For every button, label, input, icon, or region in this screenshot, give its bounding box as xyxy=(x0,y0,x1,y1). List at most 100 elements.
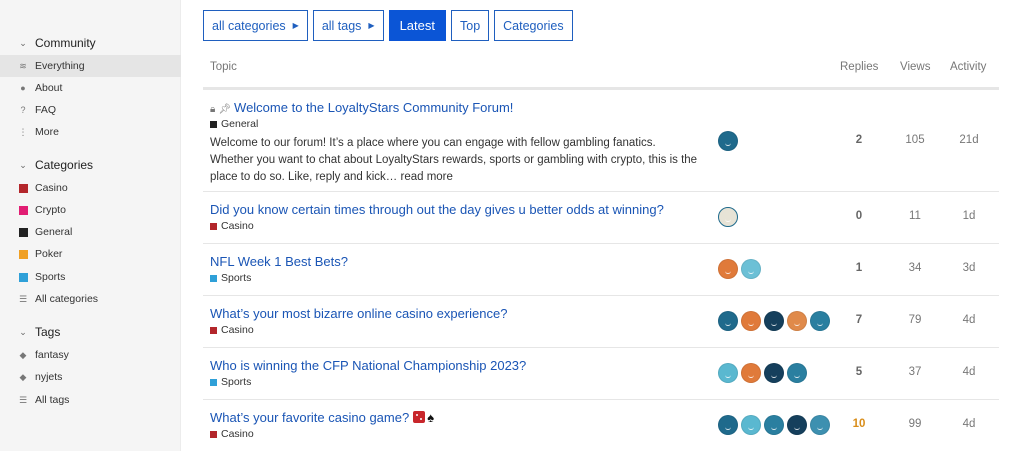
topic-title-link[interactable]: Who is winning the CFP National Champion… xyxy=(210,358,526,373)
topic-category[interactable]: Casino xyxy=(210,324,254,336)
column-header-replies[interactable]: Replies xyxy=(840,61,878,73)
topic-excerpt: Welcome to our forum! It’s a place where… xyxy=(210,135,700,186)
replies-count: 1 xyxy=(855,262,863,274)
topic-title-link[interactable]: What’s your favorite casino game? xyxy=(210,410,409,425)
dice-icon xyxy=(413,411,426,423)
avatar[interactable] xyxy=(810,415,830,435)
sidebar-item-faq[interactable]: ? FAQ xyxy=(0,99,181,121)
table-row[interactable]: What’s your favorite casino game? ♠ Casin… xyxy=(203,400,999,451)
column-header-views[interactable]: Views xyxy=(900,61,930,73)
topic-category[interactable]: Sports xyxy=(210,272,251,284)
sidebar-item-tag-fantasy[interactable]: ◆ fantasy xyxy=(0,344,181,366)
avatar[interactable] xyxy=(741,363,761,383)
avatar[interactable] xyxy=(787,311,807,331)
topic-list-navigation: all categories ▶ all tags ▶ Latest Top C… xyxy=(203,10,573,41)
category-color-swatch xyxy=(210,326,217,334)
dropdown-label: all categories xyxy=(212,18,286,33)
sidebar-item-more[interactable]: ⋮ More xyxy=(0,121,181,143)
avatar[interactable] xyxy=(764,311,784,331)
topic-category[interactable]: Casino xyxy=(210,428,254,440)
sidebar-item-label: All tags xyxy=(35,394,70,406)
sidebar-section-categories[interactable]: ⌄ Categories xyxy=(0,154,181,176)
tag-icon: ◆ xyxy=(19,371,27,382)
layers-icon: ≋ xyxy=(19,60,27,71)
replies-count: 2 xyxy=(855,134,863,146)
views-count: 99 xyxy=(908,418,922,430)
chevron-down-icon: ⌄ xyxy=(19,326,27,337)
sidebar-item-casino[interactable]: Casino xyxy=(0,177,181,199)
activity-age[interactable]: 4d xyxy=(949,418,989,430)
chevron-down-icon: ⌄ xyxy=(19,159,27,170)
tab-categories[interactable]: Categories xyxy=(494,10,573,41)
list-icon: ☰ xyxy=(18,293,28,304)
table-row[interactable]: 🔒︎ 📌︎ Welcome to the LoyaltyStars Communit… xyxy=(203,92,999,192)
avatar[interactable] xyxy=(741,311,761,331)
avatar[interactable] xyxy=(718,259,738,279)
topic-category[interactable]: Casino xyxy=(210,220,254,232)
activity-age[interactable]: 4d xyxy=(949,314,989,326)
list-icon: ☰ xyxy=(18,394,28,405)
sidebar-item-poker[interactable]: Poker xyxy=(0,243,181,265)
sidebar-section-community[interactable]: ⌄ Community xyxy=(0,32,181,54)
activity-age[interactable]: 21d xyxy=(949,134,989,146)
avatar[interactable] xyxy=(741,259,761,279)
avatar[interactable] xyxy=(718,131,738,151)
sidebar-item-sports[interactable]: Sports xyxy=(0,266,181,288)
avatar[interactable] xyxy=(787,363,807,383)
all-categories-dropdown[interactable]: all categories ▶ xyxy=(203,10,308,41)
sidebar-item-about[interactable]: ● About xyxy=(0,77,181,99)
section-heading: Categories xyxy=(35,158,94,172)
table-row[interactable]: NFL Week 1 Best Bets? Sports 1 34 3d xyxy=(203,244,999,296)
category-color-swatch xyxy=(210,274,217,282)
avatar[interactable] xyxy=(718,363,738,383)
activity-age[interactable]: 4d xyxy=(949,366,989,378)
category-color-swatch xyxy=(210,430,217,438)
sidebar-item-label: Casino xyxy=(35,182,68,194)
column-header-topic[interactable]: Topic xyxy=(210,61,237,73)
avatar[interactable] xyxy=(764,415,784,435)
sidebar-item-all-tags[interactable]: ☰ All tags xyxy=(0,389,181,411)
category-color-swatch xyxy=(210,378,217,386)
tab-top[interactable]: Top xyxy=(451,10,490,41)
avatar[interactable] xyxy=(718,311,738,331)
column-header-activity[interactable]: Activity xyxy=(950,61,986,73)
topic-posters xyxy=(718,207,738,227)
sidebar-item-tag-nyjets[interactable]: ◆ nyjets xyxy=(0,366,181,388)
avatar[interactable] xyxy=(810,311,830,331)
topic-category[interactable]: General xyxy=(210,118,258,130)
category-label: Casino xyxy=(221,428,254,440)
topic-title-link[interactable]: Did you know certain times through out t… xyxy=(210,202,664,217)
topic-category[interactable]: Sports xyxy=(210,376,251,388)
avatar[interactable] xyxy=(741,415,761,435)
avatar[interactable] xyxy=(718,415,738,435)
category-label: Casino xyxy=(221,220,254,232)
topic-list-header: Topic Replies Views Activity xyxy=(203,60,999,90)
section-heading: Tags xyxy=(35,325,61,339)
activity-age[interactable]: 3d xyxy=(949,262,989,274)
topic-title-link[interactable]: What’s your most bizarre online casino e… xyxy=(210,306,507,321)
category-label: Sports xyxy=(221,376,252,388)
sidebar-item-label: fantasy xyxy=(35,349,69,361)
sidebar-item-everything[interactable]: ≋ Everything xyxy=(0,55,181,77)
sidebar-item-general[interactable]: General xyxy=(0,221,181,243)
table-row[interactable]: Who is winning the CFP National Champion… xyxy=(203,348,999,400)
question-icon: ? xyxy=(20,105,26,115)
all-tags-dropdown[interactable]: all tags ▶ xyxy=(312,10,384,41)
sidebar-item-label: Everything xyxy=(35,60,85,72)
sidebar-item-crypto[interactable]: Crypto xyxy=(0,199,181,221)
sidebar-item-all-categories[interactable]: ☰ All categories xyxy=(0,288,181,310)
activity-age[interactable]: 1d xyxy=(949,210,989,222)
sidebar-section-tags[interactable]: ⌄ Tags xyxy=(0,321,181,343)
avatar[interactable] xyxy=(787,415,807,435)
excerpt-text: Welcome to our forum! It’s a place where… xyxy=(210,137,698,183)
topic-title-link[interactable]: Welcome to the LoyaltyStars Community Fo… xyxy=(234,100,513,115)
avatar[interactable] xyxy=(718,207,738,227)
table-row[interactable]: What’s your most bizarre online casino e… xyxy=(203,296,999,348)
avatar[interactable] xyxy=(764,363,784,383)
category-label: Sports xyxy=(221,272,252,284)
read-more-link[interactable]: read more xyxy=(401,171,453,183)
topic-title-link[interactable]: NFL Week 1 Best Bets? xyxy=(210,254,348,269)
tab-latest[interactable]: Latest xyxy=(388,10,446,41)
topic-posters xyxy=(718,311,830,331)
table-row[interactable]: Did you know certain times through out t… xyxy=(203,192,999,244)
